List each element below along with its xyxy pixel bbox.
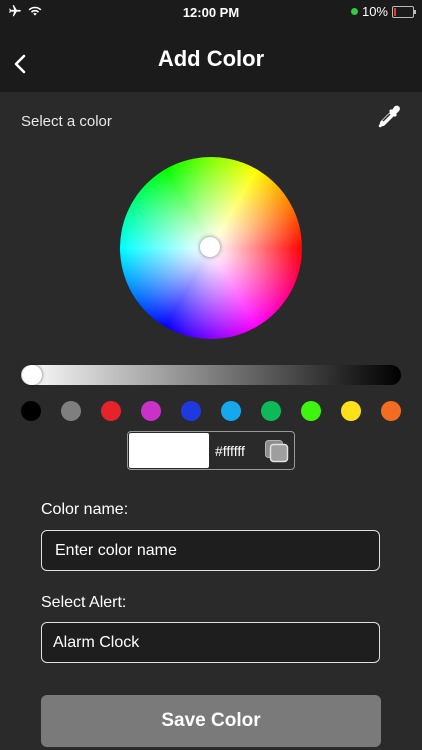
select-alert-label: Select Alert: (41, 594, 127, 611)
select-color-label: Select a color (21, 113, 112, 130)
select-alert-field[interactable]: Alarm Clock (41, 622, 380, 663)
alert-value: Alarm Clock (53, 633, 140, 651)
brightness-slider-thumb[interactable] (22, 365, 42, 385)
swatch-orange[interactable] (381, 401, 401, 421)
swatch-green[interactable] (261, 401, 281, 421)
color-name-field[interactable] (41, 530, 380, 571)
eyedropper-button[interactable] (375, 103, 403, 131)
status-right: 10% (350, 4, 416, 19)
swatch-lime[interactable] (301, 401, 321, 421)
eyedropper-icon (378, 105, 400, 128)
swatch-red[interactable] (101, 401, 121, 421)
copy-icon (265, 440, 289, 463)
swatch-sky-blue[interactable] (221, 401, 241, 421)
hex-value[interactable]: #ffffff (215, 443, 245, 459)
color-name-label: Color name: (41, 501, 129, 518)
preset-swatches (21, 401, 401, 421)
battery-icon (392, 5, 416, 18)
swatch-black[interactable] (21, 401, 41, 421)
color-name-input[interactable] (53, 540, 368, 561)
swatch-gray[interactable] (61, 401, 81, 421)
swatch-blue[interactable] (181, 401, 201, 421)
color-wheel-knob[interactable] (200, 237, 220, 257)
battery-percent: 10% (361, 4, 388, 19)
nav-bar: Add Color (0, 24, 422, 92)
color-preview (129, 433, 209, 468)
hex-color-box: #ffffff (127, 431, 295, 470)
save-color-button[interactable]: Save Color (41, 695, 381, 747)
swatch-yellow[interactable] (341, 401, 361, 421)
swatch-magenta[interactable] (141, 401, 161, 421)
brightness-slider[interactable] (21, 365, 401, 385)
copy-button[interactable] (264, 439, 290, 463)
charging-indicator-icon (350, 8, 358, 15)
page-title: Add Color (157, 46, 265, 71)
status-bar: 12:00 PM 10% (0, 0, 422, 24)
